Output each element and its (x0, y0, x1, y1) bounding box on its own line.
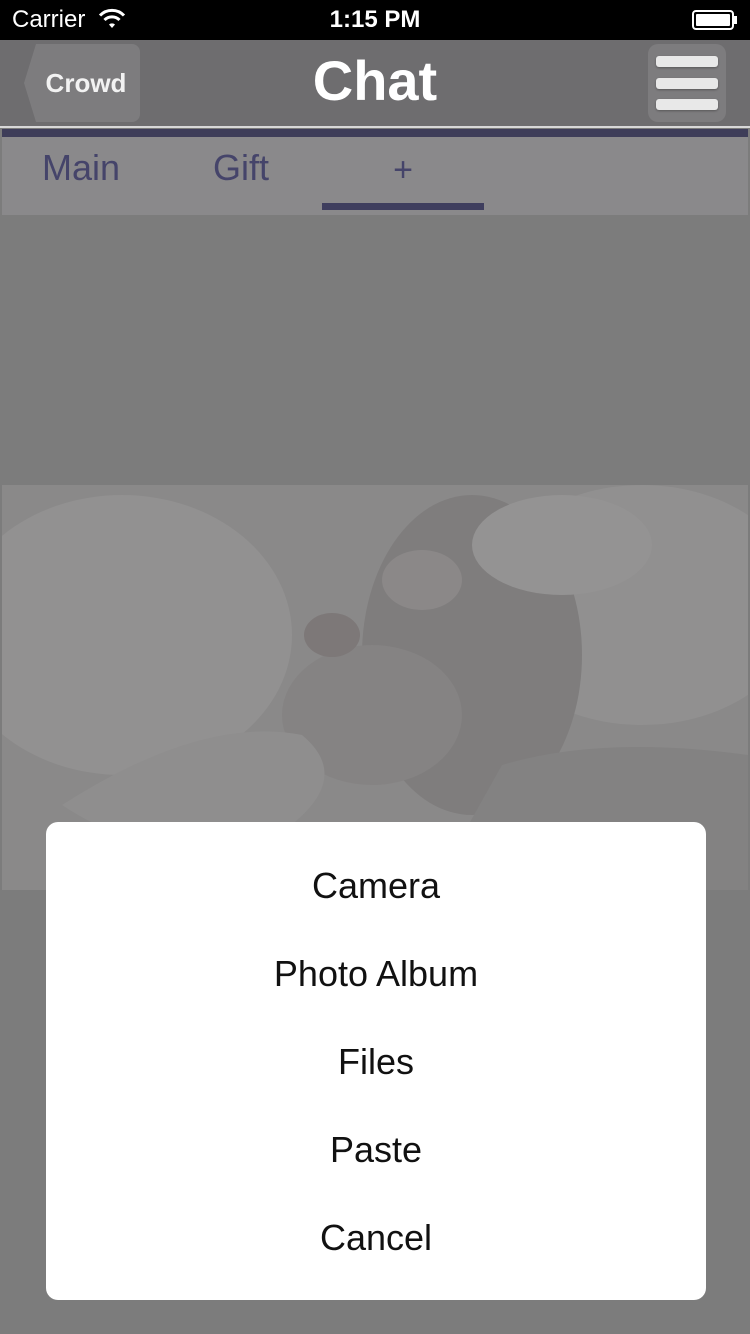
tab-add[interactable]: + (322, 151, 484, 190)
camera-option[interactable]: Camera (46, 842, 706, 930)
hamburger-menu-icon-line (656, 99, 718, 110)
hamburger-menu-icon (656, 56, 718, 67)
tab-divider (2, 129, 748, 137)
paste-option[interactable]: Paste (46, 1106, 706, 1194)
battery-icon (692, 10, 737, 30)
menu-button[interactable] (648, 44, 726, 122)
status-time: 1:15 PM (329, 6, 421, 33)
tab-gift[interactable]: Gift (213, 147, 269, 189)
status-bar: Carrier 1:15 PM (0, 0, 750, 40)
cancel-button[interactable]: Cancel (46, 1194, 706, 1282)
files-option[interactable]: Files (46, 1018, 706, 1106)
screen: Carrier 1:15 PM Crowd Chat Main Gift + C… (0, 0, 750, 1334)
nav-bar: Crowd Chat (0, 40, 750, 128)
action-sheet: Camera Photo Album Files Paste Cancel (46, 822, 706, 1300)
tab-bar: Main Gift + (2, 137, 748, 215)
hamburger-menu-icon-line (656, 77, 718, 89)
photo-album-option[interactable]: Photo Album (46, 930, 706, 1018)
tab-main[interactable]: Main (42, 147, 120, 189)
active-tab-indicator (322, 203, 484, 210)
page-title: Chat (312, 49, 438, 112)
